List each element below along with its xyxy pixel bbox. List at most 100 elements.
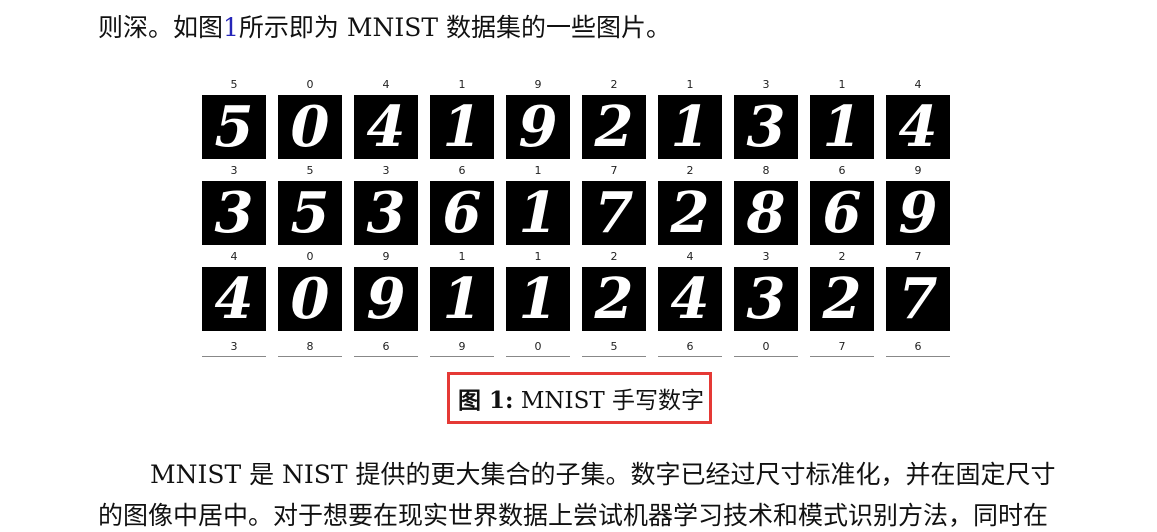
predicted-label-underline xyxy=(202,356,266,357)
predicted-label: 5 xyxy=(610,340,618,353)
digit-cell: 77 xyxy=(880,250,950,340)
digit-cell: 00 xyxy=(272,250,342,340)
digit-row-3: 44009911112244332277 xyxy=(196,250,956,340)
digit-glyph: 2 xyxy=(670,181,710,245)
digit-cell: 66 xyxy=(804,164,874,254)
digit-image: 1 xyxy=(506,181,570,245)
intro-before-ref: 则深。如图 xyxy=(98,13,224,42)
digit-glyph: 1 xyxy=(518,181,558,245)
digit-image: 9 xyxy=(354,267,418,331)
digit-cell: 11 xyxy=(500,250,570,340)
predicted-label-underline xyxy=(886,356,950,357)
digit-label: 2 xyxy=(610,78,618,91)
digit-label: 2 xyxy=(686,164,694,177)
digit-glyph: 1 xyxy=(518,267,558,331)
digit-label: 0 xyxy=(306,78,314,91)
intro-text: 则深。如图1所示即为 MNIST 数据集的一些图片。 xyxy=(98,8,671,44)
intro-after-ref: 所示即为 MNIST 数据集的一些图片。 xyxy=(238,13,671,42)
digit-glyph: 5 xyxy=(214,95,254,159)
digit-cell: 44 xyxy=(652,250,722,340)
digit-image: 7 xyxy=(886,267,950,331)
predicted-label: 0 xyxy=(762,340,770,353)
digit-cell: 11 xyxy=(424,78,494,168)
digit-image: 3 xyxy=(734,95,798,159)
digit-image: 1 xyxy=(506,267,570,331)
digit-row-1: 55004411992211331144 xyxy=(196,78,956,168)
digit-image: 4 xyxy=(658,267,722,331)
digit-cell: 22 xyxy=(576,250,646,340)
digit-image: 1 xyxy=(658,95,722,159)
digit-cell: 44 xyxy=(196,250,266,340)
digit-image: 4 xyxy=(202,267,266,331)
digit-glyph: 9 xyxy=(518,95,558,159)
digit-label: 7 xyxy=(914,250,922,263)
digit-label: 3 xyxy=(762,250,770,263)
digit-glyph: 4 xyxy=(898,95,938,159)
digit-cell: 99 xyxy=(880,164,950,254)
digit-glyph: 3 xyxy=(214,181,254,245)
predicted-label: 8 xyxy=(306,340,314,353)
predicted-label: 0 xyxy=(534,340,542,353)
digit-image: 9 xyxy=(506,95,570,159)
digit-cell: 11 xyxy=(500,164,570,254)
digit-glyph: 8 xyxy=(746,181,786,245)
figure-caption: 图 1: MNIST 手写数字 xyxy=(458,381,704,415)
digit-cell: 00 xyxy=(272,78,342,168)
digit-cell: 55 xyxy=(196,78,266,168)
predicted-label: 3 xyxy=(230,340,238,353)
digit-cell: 33 xyxy=(196,164,266,254)
digit-label: 1 xyxy=(838,78,846,91)
digit-image: 3 xyxy=(734,267,798,331)
digit-label: 5 xyxy=(306,164,314,177)
digit-image: 2 xyxy=(582,95,646,159)
predicted-label: 6 xyxy=(382,340,390,353)
digit-label: 4 xyxy=(230,250,238,263)
digit-label: 1 xyxy=(686,78,694,91)
digit-glyph: 3 xyxy=(746,267,786,331)
digit-cell: 99 xyxy=(500,78,570,168)
digit-image: 3 xyxy=(202,181,266,245)
digit-cell: 44 xyxy=(880,78,950,168)
digit-glyph: 0 xyxy=(290,267,330,331)
digit-glyph: 7 xyxy=(594,181,634,245)
digit-cell: 99 xyxy=(348,250,418,340)
figure-reference-link[interactable]: 1 xyxy=(223,13,239,42)
digit-label: 5 xyxy=(230,78,238,91)
digit-cell: 11 xyxy=(804,78,874,168)
digit-glyph: 1 xyxy=(442,95,482,159)
digit-image: 5 xyxy=(202,95,266,159)
digit-label: 9 xyxy=(914,164,922,177)
predicted-label: 7 xyxy=(838,340,846,353)
digit-image: 9 xyxy=(886,181,950,245)
digit-label: 8 xyxy=(762,164,770,177)
digit-image: 2 xyxy=(658,181,722,245)
digit-image: 6 xyxy=(430,181,494,245)
digit-label: 2 xyxy=(838,250,846,263)
digit-label: 4 xyxy=(382,78,390,91)
digit-glyph: 9 xyxy=(898,181,938,245)
paragraph-line-2: 的图像中居中。对于想要在现实世界数据上尝试机器学习技术和模式识别方法，同时在 xyxy=(98,501,1049,530)
predicted-label-underline xyxy=(430,356,494,357)
digit-glyph: 4 xyxy=(366,95,406,159)
digit-label: 3 xyxy=(230,164,238,177)
digit-cell: 88 xyxy=(728,164,798,254)
digit-glyph: 4 xyxy=(670,267,710,331)
digit-image: 1 xyxy=(430,267,494,331)
digit-cell: 11 xyxy=(652,78,722,168)
mnist-digit-grid: 55004411992211331144 3355336611772288669… xyxy=(196,78,956,368)
digit-glyph: 1 xyxy=(670,95,710,159)
digit-glyph: 1 xyxy=(822,95,862,159)
digit-glyph: 9 xyxy=(366,267,406,331)
digit-glyph: 0 xyxy=(290,95,330,159)
digit-label: 0 xyxy=(306,250,314,263)
digit-image: 1 xyxy=(430,95,494,159)
predicted-label-underline xyxy=(810,356,874,357)
digit-glyph: 7 xyxy=(898,267,938,331)
digit-label: 4 xyxy=(686,250,694,263)
digit-label: 1 xyxy=(458,250,466,263)
digit-label: 3 xyxy=(382,164,390,177)
digit-image: 1 xyxy=(810,95,874,159)
predicted-label-underline xyxy=(734,356,798,357)
digit-cell: 33 xyxy=(728,78,798,168)
digit-cell: 55 xyxy=(272,164,342,254)
